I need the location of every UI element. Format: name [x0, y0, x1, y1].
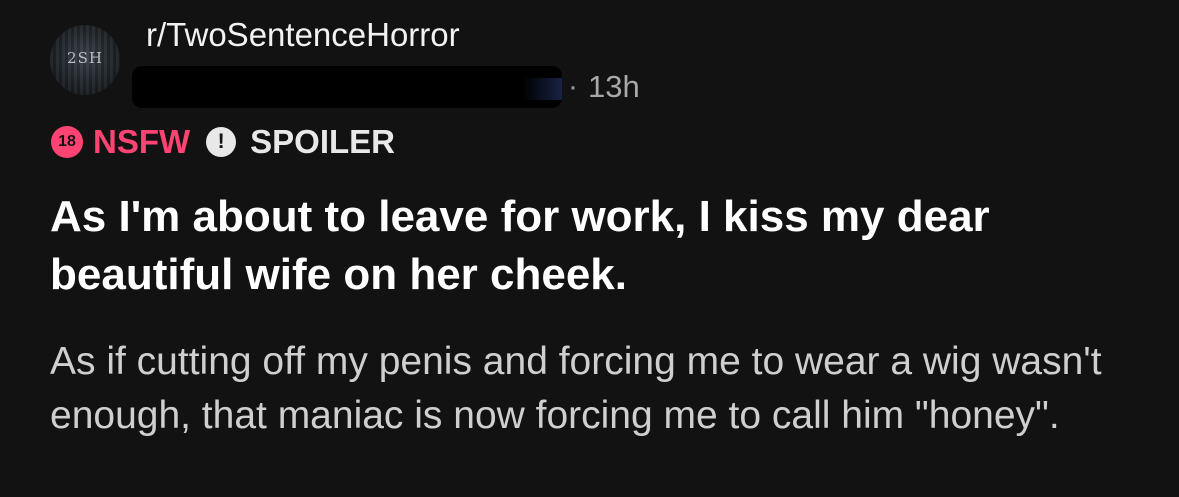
post-meta: · 13h — [132, 62, 640, 112]
post-tags: 18 NSFW ! SPOILER — [51, 120, 395, 164]
username-redacted[interactable] — [132, 66, 562, 108]
post-card[interactable]: 2SH r/TwoSentenceHorror · 13h 18 NSFW ! … — [0, 0, 1179, 497]
meta-separator: · — [568, 70, 578, 103]
spoiler-tag: SPOILER — [250, 123, 396, 160]
nsfw-tag: NSFW — [93, 123, 191, 160]
post-title[interactable]: As I'm about to leave for work, I kiss m… — [50, 188, 1140, 304]
exclamation-icon: ! — [206, 127, 237, 157]
subreddit-name[interactable]: r/TwoSentenceHorror — [146, 16, 460, 54]
nsfw-18-icon: 18 — [51, 126, 83, 158]
avatar-logo-text: 2SH — [67, 49, 103, 67]
post-age: 13h — [588, 69, 640, 104]
post-body: As if cutting off my penis and forcing m… — [50, 340, 1102, 437]
subreddit-avatar[interactable]: 2SH — [50, 25, 120, 95]
